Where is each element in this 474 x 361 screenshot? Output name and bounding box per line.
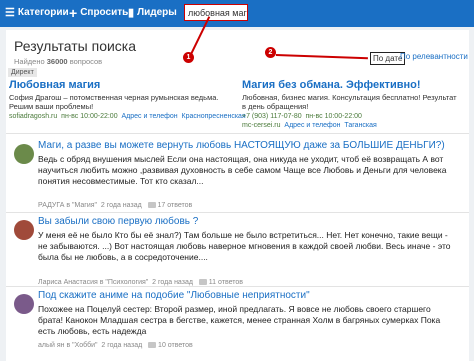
ad-meta: +7 (903) 117-07-80 пн-вс 10:00-22:00 <box>242 113 462 120</box>
answers-icon <box>148 342 157 349</box>
search-results-panel: Результаты поиска Найдено 36000 вопросов… <box>6 30 469 361</box>
ad-url[interactable]: sofiadragosh.ru <box>9 113 57 120</box>
result-snippet: Ведь с обряд внушения мыслей Если она на… <box>38 154 447 186</box>
avatar[interactable] <box>14 144 34 164</box>
ad-phone: +7 (903) 117-07-80 <box>242 113 302 120</box>
categories-menu[interactable]: ☰ Категории <box>5 7 69 18</box>
result-author[interactable]: Лариса Анастасия <box>38 279 98 286</box>
leaders-link[interactable]: ▮ Лидеры <box>128 7 177 18</box>
plus-icon: + <box>69 4 78 21</box>
result-author[interactable]: РАДУГА <box>38 202 64 209</box>
ask-label: Спросить <box>80 7 129 18</box>
found-suffix: вопросов <box>69 57 103 66</box>
ad-schedule: пн-вс 10:00-22:00 <box>61 113 118 120</box>
avatar[interactable] <box>14 220 34 240</box>
annotation-badge-1: 1 <box>183 52 194 63</box>
result-title-link[interactable]: Вы забыли свою первую любовь ? <box>38 216 463 228</box>
ad-metro: Краснопресненская <box>181 113 246 120</box>
sort-by-relevance-link[interactable]: По релевантности <box>400 52 468 61</box>
ad-title[interactable]: Магия без обмана. Эффективно! <box>242 79 462 91</box>
ad-url[interactable]: mc-cersei.ru <box>242 122 281 129</box>
found-prefix: Найдено <box>14 57 45 66</box>
ad-block-2[interactable]: Магия без обмана. Эффективно! Любовная, … <box>242 79 462 129</box>
ad-tag: Директ <box>8 68 37 77</box>
result-answers[interactable]: 11 ответов <box>209 279 243 286</box>
result-time: 2 года назад <box>100 202 142 209</box>
annotation-badge-2: 2 <box>265 47 276 58</box>
found-count: 36000 <box>46 57 68 66</box>
result-time: 2 года назад <box>152 279 193 286</box>
result-answers[interactable]: 17 ответов <box>158 202 193 209</box>
ad-contacts-link[interactable]: Адрес и телефон <box>121 113 177 120</box>
leaders-label: Лидеры <box>137 7 177 18</box>
categories-label: Категории <box>17 7 69 18</box>
result-snippet: У меня её не было Кто бы её знал?) Там б… <box>38 230 451 262</box>
ad-metro: Таганская <box>344 122 377 129</box>
ad-meta: sofiadragosh.ru пн-вс 10:00-22:00 Адрес … <box>9 113 246 120</box>
search-input[interactable]: любовная магия <box>184 4 248 21</box>
ad-contacts-link[interactable]: Адрес и телефон <box>284 122 340 129</box>
ad-meta-2: mc-cersei.ru Адрес и телефон Таганская <box>242 122 462 129</box>
ad-block-1[interactable]: Любовная магия София Драгош – потомствен… <box>9 79 246 120</box>
result-category[interactable]: в "Магия" <box>66 202 97 209</box>
result-meta: Лариса Анастасия в "Психология" 2 года н… <box>38 279 243 286</box>
divider <box>6 133 469 134</box>
result-meta: алый ян в "Хобби" 2 года назад 10 ответо… <box>38 342 193 349</box>
answers-icon <box>198 279 207 286</box>
trophy-icon: ▮ <box>128 6 135 19</box>
result-answers[interactable]: 10 ответов <box>158 342 193 349</box>
divider <box>6 286 469 287</box>
ad-title[interactable]: Любовная магия <box>9 79 229 91</box>
result-snippet: Похожее на Поцелуй сестер: Второй размер… <box>38 304 441 336</box>
result-author[interactable]: алый ян <box>38 342 65 349</box>
result-meta: РАДУГА в "Магия" 2 года назад 17 ответов <box>38 202 192 209</box>
menu-icon: ☰ <box>5 6 15 19</box>
page-title: Результаты поиска <box>14 38 137 54</box>
answers-icon <box>147 202 156 209</box>
result-title-link[interactable]: Маги, а разве вы можете вернуть любовь Н… <box>38 140 463 152</box>
ask-button[interactable]: + Спросить <box>69 4 129 21</box>
results-count: Найдено 36000 вопросов <box>14 57 102 66</box>
top-navbar: ☰ Категории + Спросить ▮ Лидеры любовная… <box>0 0 474 27</box>
ad-schedule: пн-вс 10:00-22:00 <box>305 113 362 120</box>
result-category[interactable]: в "Психология" <box>100 279 149 286</box>
result-category[interactable]: в "Хобби" <box>66 342 97 349</box>
ad-text: Любовная, бизнес магия. Консультация бес… <box>242 93 457 111</box>
result-time: 2 года назад <box>101 342 143 349</box>
ad-text: София Драгош – потомственная черная румы… <box>9 93 219 111</box>
divider <box>6 212 469 213</box>
result-title-link[interactable]: Под скажите аниме на подобие "Любовные н… <box>38 290 463 302</box>
avatar[interactable] <box>14 294 34 314</box>
